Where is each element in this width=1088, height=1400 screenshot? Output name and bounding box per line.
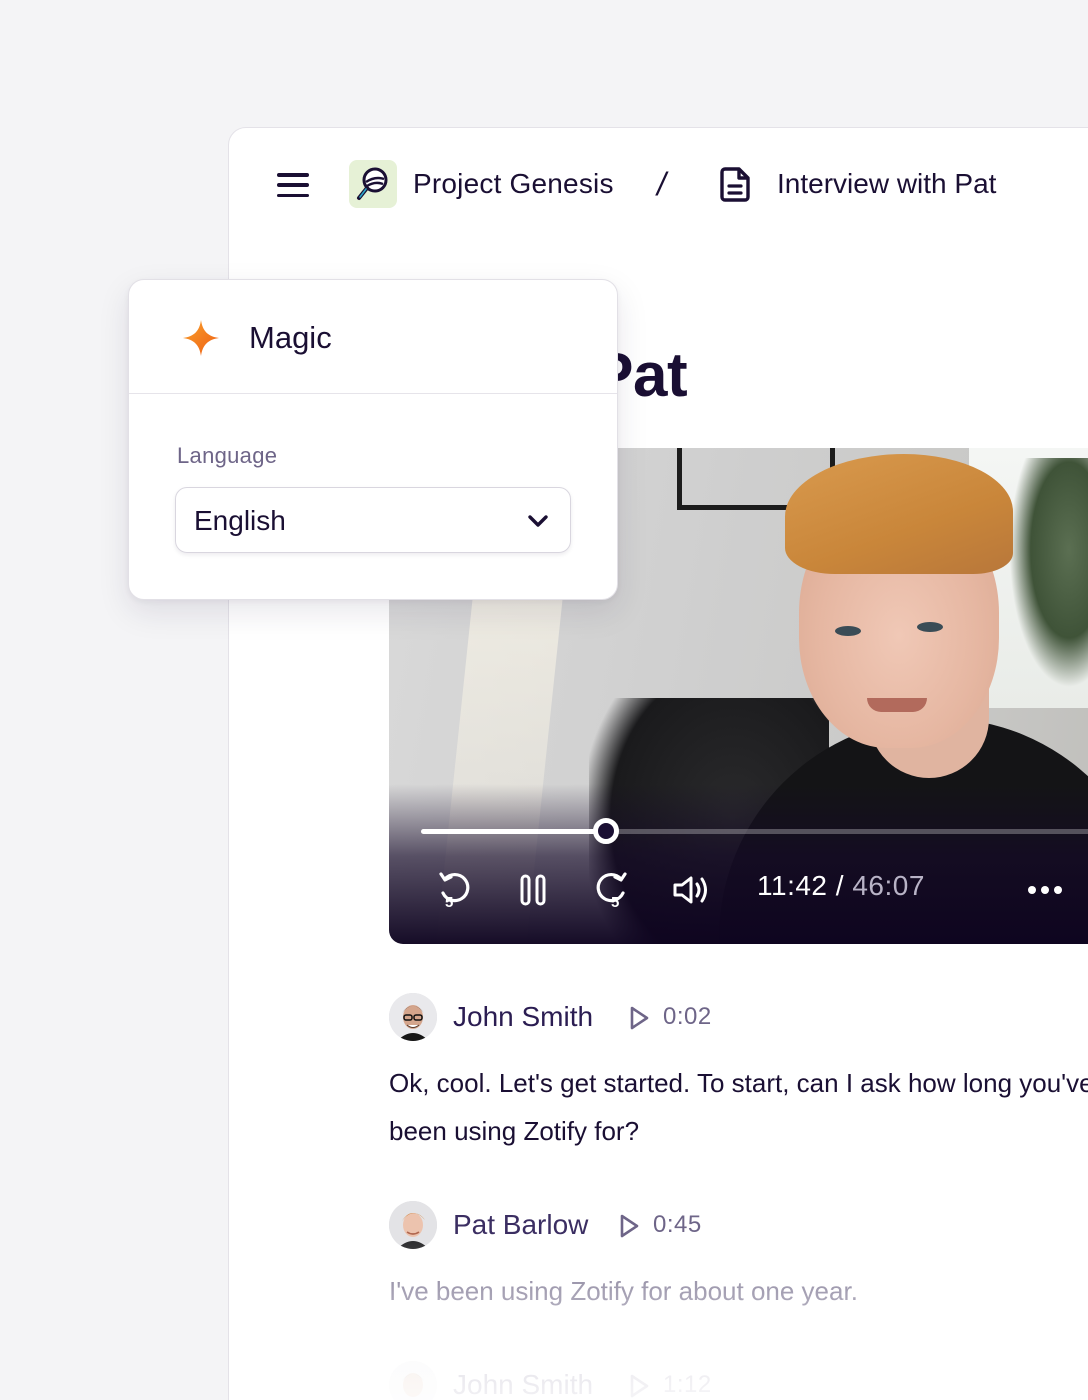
svg-text:5: 5	[445, 894, 453, 909]
document-icon	[720, 167, 750, 202]
avatar	[389, 1361, 437, 1400]
speaker-name: John Smith	[453, 1001, 594, 1032]
play-icon[interactable]	[617, 1213, 641, 1239]
progress-fill	[421, 829, 606, 834]
transcript-text: Ok, cool. Let's get started. To start, c…	[389, 1068, 1088, 1146]
play-icon[interactable]	[627, 1005, 651, 1031]
timestamp[interactable]: 0:02	[663, 1003, 712, 1031]
magic-panel-title: Magic	[249, 320, 332, 355]
breadcrumb-separator: /	[657, 166, 666, 202]
language-label: Language	[177, 443, 278, 468]
language-select[interactable]: English	[175, 487, 571, 553]
current-time: 11:42	[757, 870, 828, 901]
playback-time: 11:42 / 46:07	[757, 870, 925, 902]
timestamp[interactable]: 1:12	[663, 1371, 712, 1399]
scroll-fade	[229, 1238, 1088, 1400]
rewind-5-icon[interactable]: 5	[433, 868, 477, 912]
video-progress-bar[interactable]	[421, 818, 1088, 844]
language-select-value: English	[194, 505, 286, 536]
timestamp[interactable]: 0:45	[653, 1211, 702, 1239]
chevron-down-icon	[528, 515, 548, 527]
sparkle-icon	[183, 320, 219, 356]
play-icon[interactable]	[627, 1373, 651, 1399]
more-horizontal-icon[interactable]	[1023, 868, 1067, 912]
speaker-name: Pat Barlow	[453, 1209, 589, 1240]
forward-5-icon[interactable]: 5	[589, 868, 633, 912]
volume-icon[interactable]	[669, 868, 713, 912]
total-time: 46:07	[852, 870, 925, 901]
time-separator: /	[835, 870, 845, 901]
top-bar: Project Genesis / Interview with Pat	[229, 128, 1088, 242]
breadcrumb-project[interactable]: Project Genesis	[413, 168, 614, 200]
hamburger-icon[interactable]	[275, 170, 311, 200]
magnifier-logo-icon[interactable]	[349, 160, 397, 208]
pause-icon[interactable]	[511, 868, 555, 912]
svg-text:5: 5	[611, 894, 619, 909]
breadcrumb-document[interactable]: Interview with Pat	[777, 168, 996, 200]
avatar	[389, 1201, 437, 1249]
avatar	[389, 993, 437, 1041]
magic-panel: Magic Language English	[128, 279, 618, 600]
magic-panel-header: Magic	[129, 280, 617, 394]
progress-scrubber[interactable]	[593, 818, 619, 844]
transcript-text: I've been using Zotify for about one yea…	[389, 1276, 858, 1306]
speaker-name: John Smith	[453, 1369, 594, 1400]
